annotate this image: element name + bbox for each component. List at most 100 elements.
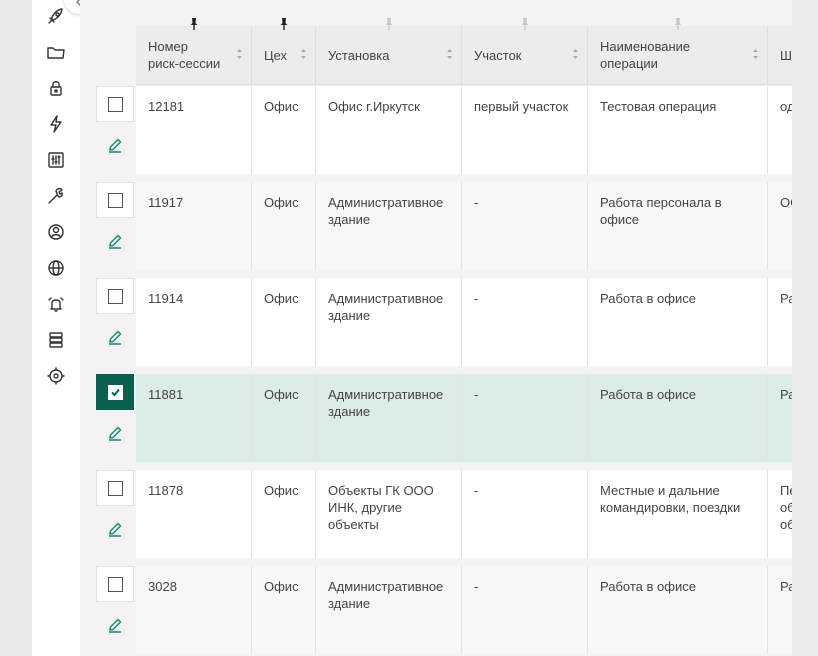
cell-num: 11917 [136, 182, 252, 270]
row-select-checkbox[interactable] [96, 470, 134, 506]
database-icon[interactable] [46, 330, 66, 350]
edit-pencil-icon[interactable] [106, 136, 124, 154]
column-header-label: Наименование операции [600, 39, 691, 71]
table-row[interactable]: 12181 Офис Офис г.Иркутск первый участок Тес… [136, 86, 792, 174]
checkbox-box [108, 481, 123, 496]
cell-area: первый участок [462, 86, 588, 174]
pin-icon[interactable] [673, 17, 683, 31]
scrollbar[interactable] [792, 0, 818, 656]
cell-unit: Административное здание [316, 566, 462, 654]
folder-icon[interactable] [46, 42, 66, 62]
sort-icon[interactable] [446, 47, 453, 61]
cell-shop: Офис [252, 86, 316, 174]
sidebar [32, 0, 80, 656]
cell-op: Работа в офисе [588, 278, 768, 366]
cell-unit: Административное здание [316, 278, 462, 366]
cell-num: 3028 [136, 566, 252, 654]
table-row[interactable]: 11881 Офис Административное здание - Работа … [136, 374, 792, 462]
checkbox-box [108, 193, 123, 208]
checkbox-box [108, 385, 123, 400]
edit-pencil-icon[interactable] [106, 328, 124, 346]
lightning-icon[interactable] [46, 114, 66, 134]
cell-op: Работа в офисе [588, 374, 768, 462]
pin-icon[interactable] [520, 17, 530, 31]
wrench-icon[interactable] [46, 186, 66, 206]
cell-w: Ра [768, 566, 792, 654]
cell-unit: Административное здание [316, 182, 462, 270]
pin-icon[interactable] [279, 17, 289, 31]
row-actions [96, 86, 136, 174]
cell-area: - [462, 566, 588, 654]
checkbox-box [108, 577, 123, 592]
row-actions [96, 566, 136, 654]
row-actions [96, 278, 136, 366]
sort-icon[interactable] [572, 47, 579, 61]
sort-icon[interactable] [752, 47, 759, 61]
sort-icon[interactable] [300, 47, 307, 61]
column-header-area[interactable]: Участок [462, 26, 588, 84]
alarm-bell-icon[interactable] [46, 294, 66, 314]
cell-w: Ра [768, 278, 792, 366]
cell-shop: Офис [252, 182, 316, 270]
column-header-label: Установка [328, 47, 390, 63]
calculator-icon[interactable] [46, 150, 66, 170]
cell-num: 11878 [136, 470, 252, 558]
edit-pencil-icon[interactable] [106, 520, 124, 538]
row-select-checkbox[interactable] [96, 566, 134, 602]
pin-icon[interactable] [189, 17, 199, 31]
risk-sessions-table: Номер риск-сессии Цех Установка Участок Наим… [136, 18, 792, 654]
cell-op: Местные и дальние командировки, поездки [588, 470, 768, 558]
edit-pencil-icon[interactable] [106, 232, 124, 250]
column-header-shop[interactable]: Цех [252, 26, 316, 84]
table-row[interactable]: 3028 Офис Административное здание - Работа в… [136, 566, 792, 654]
cell-area: - [462, 374, 588, 462]
edit-pencil-icon[interactable] [106, 424, 124, 442]
cell-area: - [462, 182, 588, 270]
cell-area: - [462, 470, 588, 558]
sort-icon[interactable] [236, 47, 243, 61]
column-header-unit[interactable]: Установка [316, 26, 462, 84]
target-icon[interactable] [46, 366, 66, 386]
user-circle-icon[interactable] [46, 222, 66, 242]
cell-area: - [462, 278, 588, 366]
cell-w: од [768, 86, 792, 174]
checkbox-box [108, 97, 123, 112]
column-header-label: Ш [780, 47, 792, 63]
cell-num: 12181 [136, 86, 252, 174]
table-row[interactable]: 11914 Офис Административное здание - Работа … [136, 278, 792, 366]
row-select-checkbox[interactable] [96, 86, 134, 122]
table-header: Номер риск-сессии Цех Установка Участок Наим… [136, 18, 792, 85]
row-actions [96, 374, 136, 462]
column-header-op[interactable]: Наименование операции [588, 26, 768, 84]
cell-shop: Офис [252, 374, 316, 462]
checkbox-box [108, 289, 123, 304]
pin-icon[interactable] [384, 17, 394, 31]
column-header-label: Участок [474, 47, 522, 63]
cell-op: Работа персонала в офисе [588, 182, 768, 270]
row-select-checkbox[interactable] [96, 374, 134, 410]
column-header-num[interactable]: Номер риск-сессии [136, 26, 252, 84]
cell-w: ОС [768, 182, 792, 270]
cell-unit: Объекты ГК ООО ИНК, другие объекты [316, 470, 462, 558]
checkmark-icon [111, 388, 120, 397]
cell-shop: Офис [252, 278, 316, 366]
edit-pencil-icon[interactable] [106, 616, 124, 634]
cell-shop: Офис [252, 470, 316, 558]
lock-icon[interactable] [46, 78, 66, 98]
rocket-icon[interactable] [46, 6, 66, 26]
row-actions [96, 470, 136, 558]
column-header-label: Цех [264, 47, 288, 63]
row-select-checkbox[interactable] [96, 278, 134, 314]
cell-op: Работа в офисе [588, 566, 768, 654]
cell-unit: Офис г.Иркутск [316, 86, 462, 174]
column-header-label: Номер риск-сессии [148, 39, 221, 71]
globe-icon[interactable] [46, 258, 66, 278]
cell-op: Тестовая операция [588, 86, 768, 174]
row-select-checkbox[interactable] [96, 182, 134, 218]
cell-num: 11881 [136, 374, 252, 462]
main-content: Номер риск-сессии Цех Установка Участок Наим… [80, 0, 792, 656]
table-row[interactable]: 11878 Офис Объекты ГК ООО ИНК, другие объе… [136, 470, 792, 558]
table-row[interactable]: 11917 Офис Административное здание - Работа … [136, 182, 792, 270]
cell-unit: Административное здание [316, 374, 462, 462]
row-actions [96, 182, 136, 270]
